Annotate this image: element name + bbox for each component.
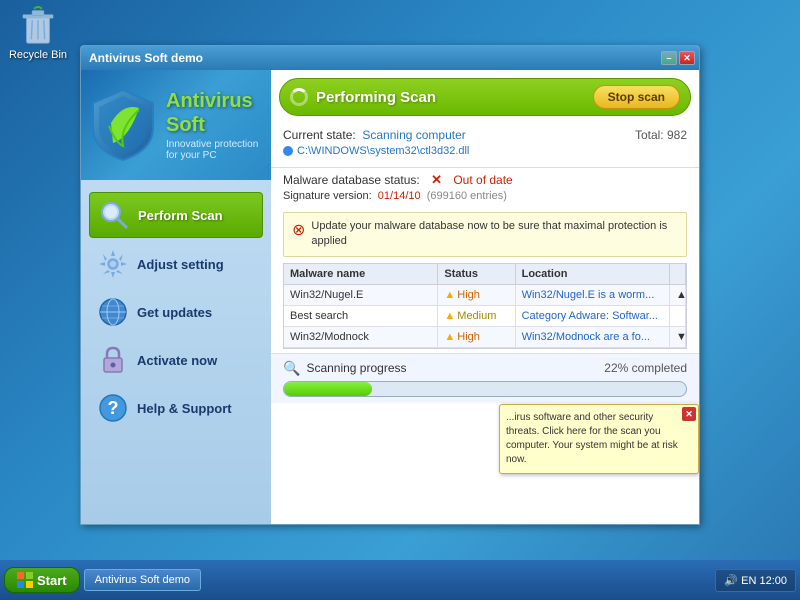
scan-header-left: Performing Scan <box>290 88 436 106</box>
cell-status-1: ▲Medium <box>438 306 515 326</box>
scan-progress-icon: 🔍 <box>283 360 300 377</box>
close-button[interactable]: ✕ <box>679 51 695 65</box>
cell-name-1: Best search <box>284 306 438 326</box>
scan-file: C:\WINDOWS\system32\ctl3d32.dll <box>283 145 687 157</box>
malware-table: Malware name Status Location Win32/Nugel… <box>283 263 687 349</box>
taskbar: Start Antivirus Soft demo 🔊 EN 12:00 <box>0 560 800 600</box>
progress-label: Scanning progress <box>306 361 406 375</box>
title-bar: Antivirus Soft demo – ✕ <box>81 46 699 70</box>
taskbar-tray: 🔊 EN 12:00 <box>715 569 796 592</box>
col-header-location: Location <box>516 264 670 284</box>
warning-box: ⊗ Update your malware database now to be… <box>283 212 687 257</box>
sidebar-item-get-updates[interactable]: Get updates <box>89 290 263 334</box>
malware-db-status: Malware database status: ✕ Out of date S… <box>271 167 699 212</box>
current-state-label: Current state: <box>283 128 356 142</box>
cell-scroll-1 <box>670 306 686 326</box>
start-button[interactable]: Start <box>4 567 80 593</box>
sidebar: Antivirus Soft Innovative protection for… <box>81 70 271 524</box>
table-row: Win32/Nugel.E ▲High Win32/Nugel.E is a w… <box>284 285 686 306</box>
minimize-button[interactable]: – <box>661 51 677 65</box>
cell-location-2[interactable]: Win32/Modnock are a fo... <box>516 327 670 347</box>
popup-close-button[interactable]: ✕ <box>682 407 696 421</box>
sidebar-item-label-adjust-setting: Adjust setting <box>137 257 224 272</box>
db-sig-row: Signature version: 01/14/10 (699160 entr… <box>283 190 687 202</box>
progress-bar-fill <box>284 382 372 396</box>
popup-text: ...irus software and other security thre… <box>506 412 678 465</box>
sidebar-item-perform-scan[interactable]: Perform Scan <box>89 192 263 238</box>
right-content: Performing Scan Stop scan Current state:… <box>271 70 699 524</box>
warn-triangle-0: ▲ <box>444 289 455 301</box>
taskbar-app-item[interactable]: Antivirus Soft demo <box>84 569 201 591</box>
magnifier-icon <box>98 199 130 231</box>
svg-text:?: ? <box>108 398 119 418</box>
app-tagline: Innovative protection for your PC <box>166 139 261 161</box>
progress-pct: 22% completed <box>604 361 687 375</box>
recycle-bin-label: Recycle Bin <box>9 49 67 61</box>
sidebar-menu: Perform Scan Adjust setting <box>81 180 271 442</box>
cell-scroll-0: ▲ <box>670 285 686 305</box>
progress-left: 🔍 Scanning progress <box>283 360 407 377</box>
warn-triangle-2: ▲ <box>444 331 455 343</box>
col-header-status: Status <box>438 264 515 284</box>
table-row: Best search ▲Medium Category Adware: Sof… <box>284 306 686 327</box>
popup-notification[interactable]: ✕ ...irus software and other security th… <box>499 404 699 474</box>
cell-status-2: ▲High <box>438 327 515 347</box>
sidebar-item-adjust-setting[interactable]: Adjust setting <box>89 242 263 286</box>
sidebar-item-label-perform-scan: Perform Scan <box>138 208 223 223</box>
progress-bar-bg <box>283 381 687 397</box>
scan-file-dot <box>283 146 293 156</box>
scan-title: Performing Scan <box>316 89 436 106</box>
scan-header: Performing Scan Stop scan <box>279 78 691 116</box>
sig-label: Signature version: <box>283 190 372 202</box>
warning-text: Update your malware database now to be s… <box>311 219 678 250</box>
sig-date: 01/14/10 <box>378 190 421 202</box>
gear-icon <box>97 248 129 280</box>
sig-entries: (699160 entries) <box>427 190 507 202</box>
scan-info: Current state: Scanning computer Total: … <box>271 124 699 167</box>
app-title: Antivirus Soft <box>166 89 261 137</box>
sidebar-item-label-activate-now: Activate now <box>137 353 217 368</box>
db-status-icon: ✕ <box>431 172 442 188</box>
help-icon: ? <box>97 392 129 424</box>
desktop: Recycle Bin Antivirus Soft demo – ✕ <box>0 0 800 560</box>
cell-location-0[interactable]: Win32/Nugel.E is a worm... <box>516 285 670 305</box>
lock-icon <box>97 344 129 376</box>
shield-icon <box>91 88 156 163</box>
table-row: Win32/Modnock ▲High Win32/Modnock are a … <box>284 327 686 348</box>
sidebar-item-help-support[interactable]: ? Help & Support <box>89 386 263 430</box>
sidebar-item-label-help-support: Help & Support <box>137 401 232 416</box>
stop-scan-button[interactable]: Stop scan <box>593 85 680 109</box>
scan-file-path: C:\WINDOWS\system32\ctl3d32.dll <box>297 145 469 157</box>
scan-state-row: Current state: Scanning computer Total: … <box>283 128 687 142</box>
db-status-value: Out of date <box>453 173 512 187</box>
logo-area: Antivirus Soft Innovative protection for… <box>81 70 271 180</box>
col-header-scroll <box>670 264 686 284</box>
title-bar-buttons: – ✕ <box>661 51 695 65</box>
main-window: Antivirus Soft demo – ✕ <box>80 45 700 525</box>
db-status-label: Malware database status: <box>283 173 420 187</box>
current-state-value: Scanning computer <box>362 128 465 142</box>
cell-status-0: ▲High <box>438 285 515 305</box>
scan-spinner <box>290 88 308 106</box>
title-bar-text: Antivirus Soft demo <box>89 51 203 65</box>
progress-section: 🔍 Scanning progress 22% completed <box>271 353 699 403</box>
sidebar-item-label-get-updates: Get updates <box>137 305 212 320</box>
warning-icon: ⊗ <box>292 220 305 240</box>
globe-icon <box>97 296 129 328</box>
cell-location-1[interactable]: Category Adware: Softwar... <box>516 306 670 326</box>
cell-name-2: Win32/Modnock <box>284 327 438 347</box>
sidebar-item-activate-now[interactable]: Activate now <box>89 338 263 382</box>
col-header-name: Malware name <box>284 264 438 284</box>
logo-text: Antivirus Soft Innovative protection for… <box>166 89 261 161</box>
recycle-bin-icon[interactable]: Recycle Bin <box>8 5 68 61</box>
cell-scroll-2: ▼ <box>670 327 686 347</box>
app-content: Antivirus Soft Innovative protection for… <box>81 70 699 524</box>
windows-logo-icon <box>17 572 33 588</box>
progress-row: 🔍 Scanning progress 22% completed <box>283 360 687 377</box>
db-status-row: Malware database status: ✕ Out of date <box>283 172 687 188</box>
cell-name-0: Win32/Nugel.E <box>284 285 438 305</box>
scan-total: Total: 982 <box>635 128 687 142</box>
warn-triangle-1: ▲ <box>444 310 455 322</box>
table-header: Malware name Status Location <box>284 264 686 285</box>
